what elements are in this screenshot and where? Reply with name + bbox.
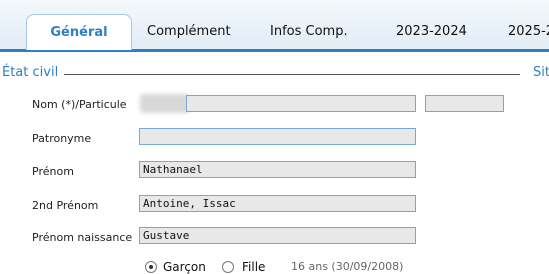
radio-garcon[interactable] [145, 261, 157, 273]
prenom2-label: 2nd Prénom [32, 199, 99, 212]
age-text: 16 ans (30/09/2008) [291, 260, 404, 273]
prenom-naissance-field[interactable]: Gustave [139, 227, 416, 244]
prenom2-field[interactable]: Antoine, Issac [139, 195, 416, 212]
radio-fille[interactable] [222, 261, 234, 273]
radio-garcon-label[interactable]: Garçon [163, 260, 206, 274]
fieldset-legend-situation: Sit [529, 65, 549, 80]
nom-label: Nom (*)/Particule [32, 98, 127, 111]
tab-year-2025[interactable]: 2025-2 [508, 14, 549, 49]
tab-infos-comp[interactable]: Infos Comp. [270, 14, 348, 49]
fieldset-border-left [60, 74, 520, 75]
tab-bar: Général Complément Infos Comp. 2023-2024… [0, 0, 549, 52]
patronyme-label: Patronyme [32, 132, 92, 145]
tab-general[interactable]: Général [26, 14, 132, 50]
redacted-name [140, 94, 190, 113]
prenom-naissance-label: Prénom naissance [32, 231, 133, 244]
radio-fille-label[interactable]: Fille [242, 260, 265, 274]
patronyme-field[interactable] [139, 128, 416, 145]
prenom-label: Prénom [32, 165, 74, 178]
nom-field[interactable] [186, 95, 416, 112]
tab-complement[interactable]: Complément [147, 14, 231, 49]
tab-year-2023-2024[interactable]: 2023-2024 [396, 14, 467, 49]
prenom-field[interactable]: Nathanael [139, 161, 416, 178]
fieldset-legend-etat-civil: État civil [2, 65, 65, 80]
particule-field[interactable] [425, 95, 504, 112]
